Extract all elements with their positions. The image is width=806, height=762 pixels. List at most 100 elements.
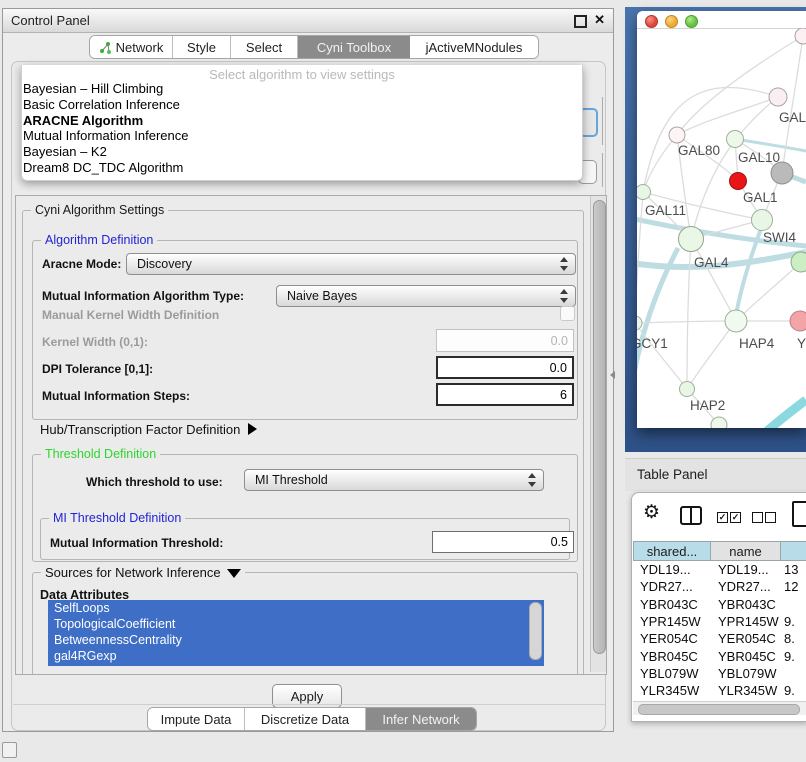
column-header-shared-name[interactable]: shared... — [633, 541, 711, 561]
column-layout-icon[interactable] — [680, 506, 702, 525]
attribute-list-item-selected[interactable]: BetweennessCentrality — [48, 632, 544, 648]
network-node[interactable] — [730, 173, 747, 190]
algorithm-option[interactable]: Basic Correlation Inference — [22, 97, 582, 113]
table-cell[interactable]: 9. — [784, 649, 795, 664]
network-edge[interactable] — [637, 321, 736, 323]
table-cell[interactable]: YER054C — [640, 631, 698, 646]
table-cell[interactable]: YLR345W — [718, 683, 777, 698]
mi-threshold-field[interactable]: 0.5 — [432, 531, 574, 553]
kernel-width-field[interactable]: 0.0 — [436, 329, 574, 352]
panel-divider-handle[interactable] — [610, 371, 615, 379]
network-edge[interactable] — [745, 400, 806, 428]
table-cell[interactable]: YDR27... — [718, 579, 771, 594]
tab-cyni-toolbox[interactable]: Cyni Toolbox — [298, 36, 410, 58]
table-cell[interactable]: 9. — [784, 614, 795, 629]
document-icon[interactable] — [792, 501, 806, 527]
table-cell[interactable]: YDL19... — [718, 562, 769, 577]
float-window-icon[interactable] — [574, 15, 587, 28]
network-node[interactable] — [637, 185, 651, 200]
table-cell[interactable]: YBL079W — [640, 666, 699, 681]
tab-jactivemnodules[interactable]: jActiveMNodules — [410, 36, 538, 58]
tab-discretize-data[interactable]: Discretize Data — [245, 708, 366, 730]
network-node[interactable] — [637, 316, 642, 330]
mac-minimize-button[interactable] — [665, 15, 678, 28]
table-row[interactable]: YBL079W YBL079W — [632, 665, 806, 682]
network-node[interactable] — [795, 28, 806, 44]
unchecked-checkbox-icon[interactable] — [752, 512, 763, 523]
network-node[interactable] — [711, 417, 727, 428]
table-cell[interactable]: 12 — [784, 579, 798, 594]
network-node[interactable] — [790, 311, 806, 331]
attribute-list-item-selected[interactable]: TopologicalCoefficient — [48, 616, 544, 632]
table-cell[interactable]: YBR045C — [718, 649, 776, 664]
table-row[interactable]: YPR145W YPR145W 9. — [632, 613, 806, 630]
dpi-tolerance-field[interactable]: 0.0 — [436, 356, 574, 379]
table-cell[interactable]: YBL079W — [718, 666, 777, 681]
sources-toggle[interactable]: Sources for Network Inference — [41, 565, 245, 580]
unchecked-checkbox-icon[interactable] — [765, 512, 776, 523]
table-cell[interactable]: YER054C — [718, 631, 776, 646]
aracne-mode-select[interactable]: Discovery — [126, 253, 576, 275]
mi-steps-field[interactable]: 6 — [436, 383, 574, 406]
table-row[interactable]: YDL19...YDL19...13 — [632, 561, 806, 578]
collapsed-panel-icon[interactable] — [2, 742, 17, 758]
table-row[interactable]: YBR043CYBR043C — [632, 596, 806, 613]
tab-infer-network[interactable]: Infer Network — [366, 708, 476, 730]
table-cell[interactable]: YDR27... — [640, 579, 693, 594]
scrollbar-thumb[interactable] — [638, 704, 800, 715]
attribute-list-item-selected[interactable]: SelfLoops — [48, 600, 544, 616]
network-edge[interactable] — [687, 321, 736, 389]
table-cell[interactable]: YLR345W — [640, 683, 699, 698]
control-panel-titlebar[interactable]: Control Panel ✕ — [3, 9, 613, 33]
algorithm-option[interactable]: Mutual Information Inference — [22, 128, 582, 144]
mac-zoom-button[interactable] — [685, 15, 698, 28]
table-cell[interactable]: 9. — [784, 683, 795, 698]
table-horizontal-scrollbar[interactable] — [633, 701, 806, 715]
network-edge[interactable] — [782, 36, 803, 173]
network-edge[interactable] — [691, 239, 736, 321]
network-edge[interactable] — [643, 87, 778, 192]
network-node[interactable] — [791, 252, 806, 272]
table-cell[interactable]: YBR043C — [640, 597, 698, 612]
scrollbar-thumb[interactable] — [593, 200, 606, 654]
network-edge[interactable] — [637, 192, 643, 323]
tab-style[interactable]: Style — [173, 36, 231, 58]
mi-algorithm-type-select[interactable]: Naive Bayes — [276, 285, 576, 307]
close-icon[interactable]: ✕ — [594, 12, 605, 28]
algorithm-option[interactable]: Dream8 DC_TDC Algorithm — [22, 160, 582, 176]
tab-impute-data[interactable]: Impute Data — [148, 708, 245, 730]
checked-checkbox-icon[interactable]: ✓ — [730, 512, 741, 523]
mac-close-button[interactable] — [645, 15, 658, 28]
network-view-window[interactable]: GALGAL80GAL10GAL1GAL11SWI4GAL4GCY1HAP4YH… — [637, 11, 806, 428]
network-node[interactable] — [669, 127, 685, 143]
network-node[interactable] — [769, 88, 787, 106]
table-row[interactable]: YLR345W YLR345W 9. — [632, 682, 806, 699]
network-node[interactable] — [725, 310, 747, 332]
network-window-titlebar[interactable] — [637, 11, 806, 29]
network-edge[interactable] — [643, 135, 677, 192]
attribute-list-item-selected[interactable]: gal4RGexp — [48, 648, 544, 664]
network-edge[interactable] — [687, 239, 691, 389]
table-cell[interactable]: YBR045C — [640, 649, 698, 664]
hub-tf-definition-toggle[interactable]: Hub/Transcription Factor Definition — [40, 422, 257, 437]
tab-network[interactable]: Network — [90, 36, 173, 58]
list-scrollbar-thumb[interactable] — [529, 602, 542, 660]
table-cell[interactable]: 13 — [784, 562, 798, 577]
network-canvas[interactable]: GALGAL80GAL10GAL1GAL11SWI4GAL4GCY1HAP4YH… — [637, 28, 806, 428]
tab-select[interactable]: Select — [231, 36, 298, 58]
table-row[interactable]: YBR045C YBR045C 9. — [632, 648, 806, 665]
gear-icon[interactable]: ⚙ — [643, 503, 660, 522]
table-panel-titlebar[interactable]: Table Panel — [625, 458, 806, 491]
table-cell[interactable]: YPR145W — [718, 614, 779, 629]
network-node[interactable] — [679, 227, 704, 252]
table-row[interactable]: YDR27... YDR27... 12 — [632, 578, 806, 595]
algorithm-option[interactable]: ARACNE Algorithm — [22, 113, 582, 129]
table-cell[interactable]: 8. — [784, 631, 795, 646]
network-edge[interactable] — [677, 97, 778, 135]
table-cell[interactable]: YPR145W — [640, 614, 701, 629]
checked-checkbox-icon[interactable]: ✓ — [717, 512, 728, 523]
column-header-name[interactable]: name — [710, 541, 781, 561]
network-node[interactable] — [680, 382, 695, 397]
which-threshold-select[interactable]: MI Threshold — [244, 469, 544, 491]
algorithm-option[interactable]: Bayesian – K2 — [22, 144, 582, 160]
